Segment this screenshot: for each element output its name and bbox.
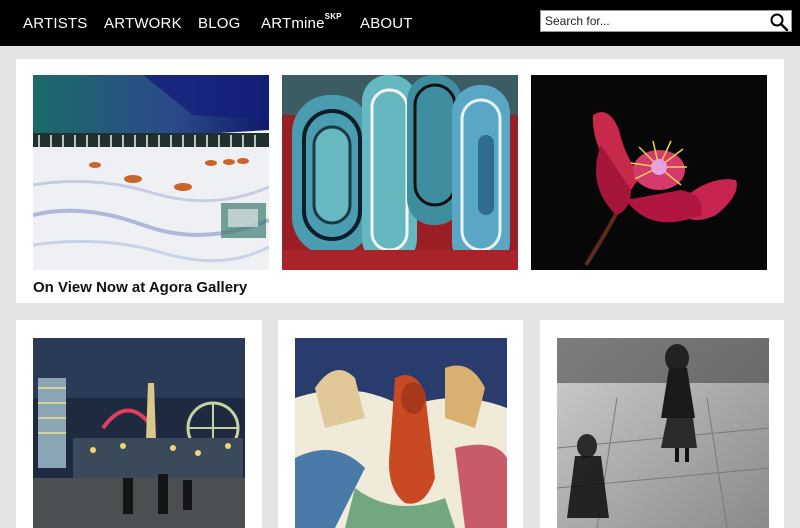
artwork-deer-landscape[interactable] [33,75,269,270]
nav-artists[interactable]: ARTISTS [23,15,87,32]
artwork-abstract-swirls[interactable] [282,75,518,270]
artwork-horse[interactable] [295,338,507,528]
nav-about[interactable]: ABOUT [360,15,413,32]
artwork-amusement-park[interactable] [33,338,245,528]
artwork-street-figures[interactable] [557,338,769,528]
nav-artmine[interactable]: ARTmineSKP [261,12,342,32]
search-input[interactable] [543,12,769,30]
top-navbar: ARTISTS ARTWORK BLOG ARTmineSKP ABOUT [0,0,800,46]
nav-blog[interactable]: BLOG [198,15,240,32]
search-icon[interactable] [769,12,789,32]
nav-artmine-label: ARTmine [261,15,325,32]
search-box [540,10,792,32]
featured-caption[interactable]: On View Now at Agora Gallery [33,279,247,296]
nav-artmine-sup: SKP [324,12,342,21]
nav-artwork[interactable]: ARTWORK [104,15,182,32]
artwork-pink-flower[interactable] [531,75,767,270]
